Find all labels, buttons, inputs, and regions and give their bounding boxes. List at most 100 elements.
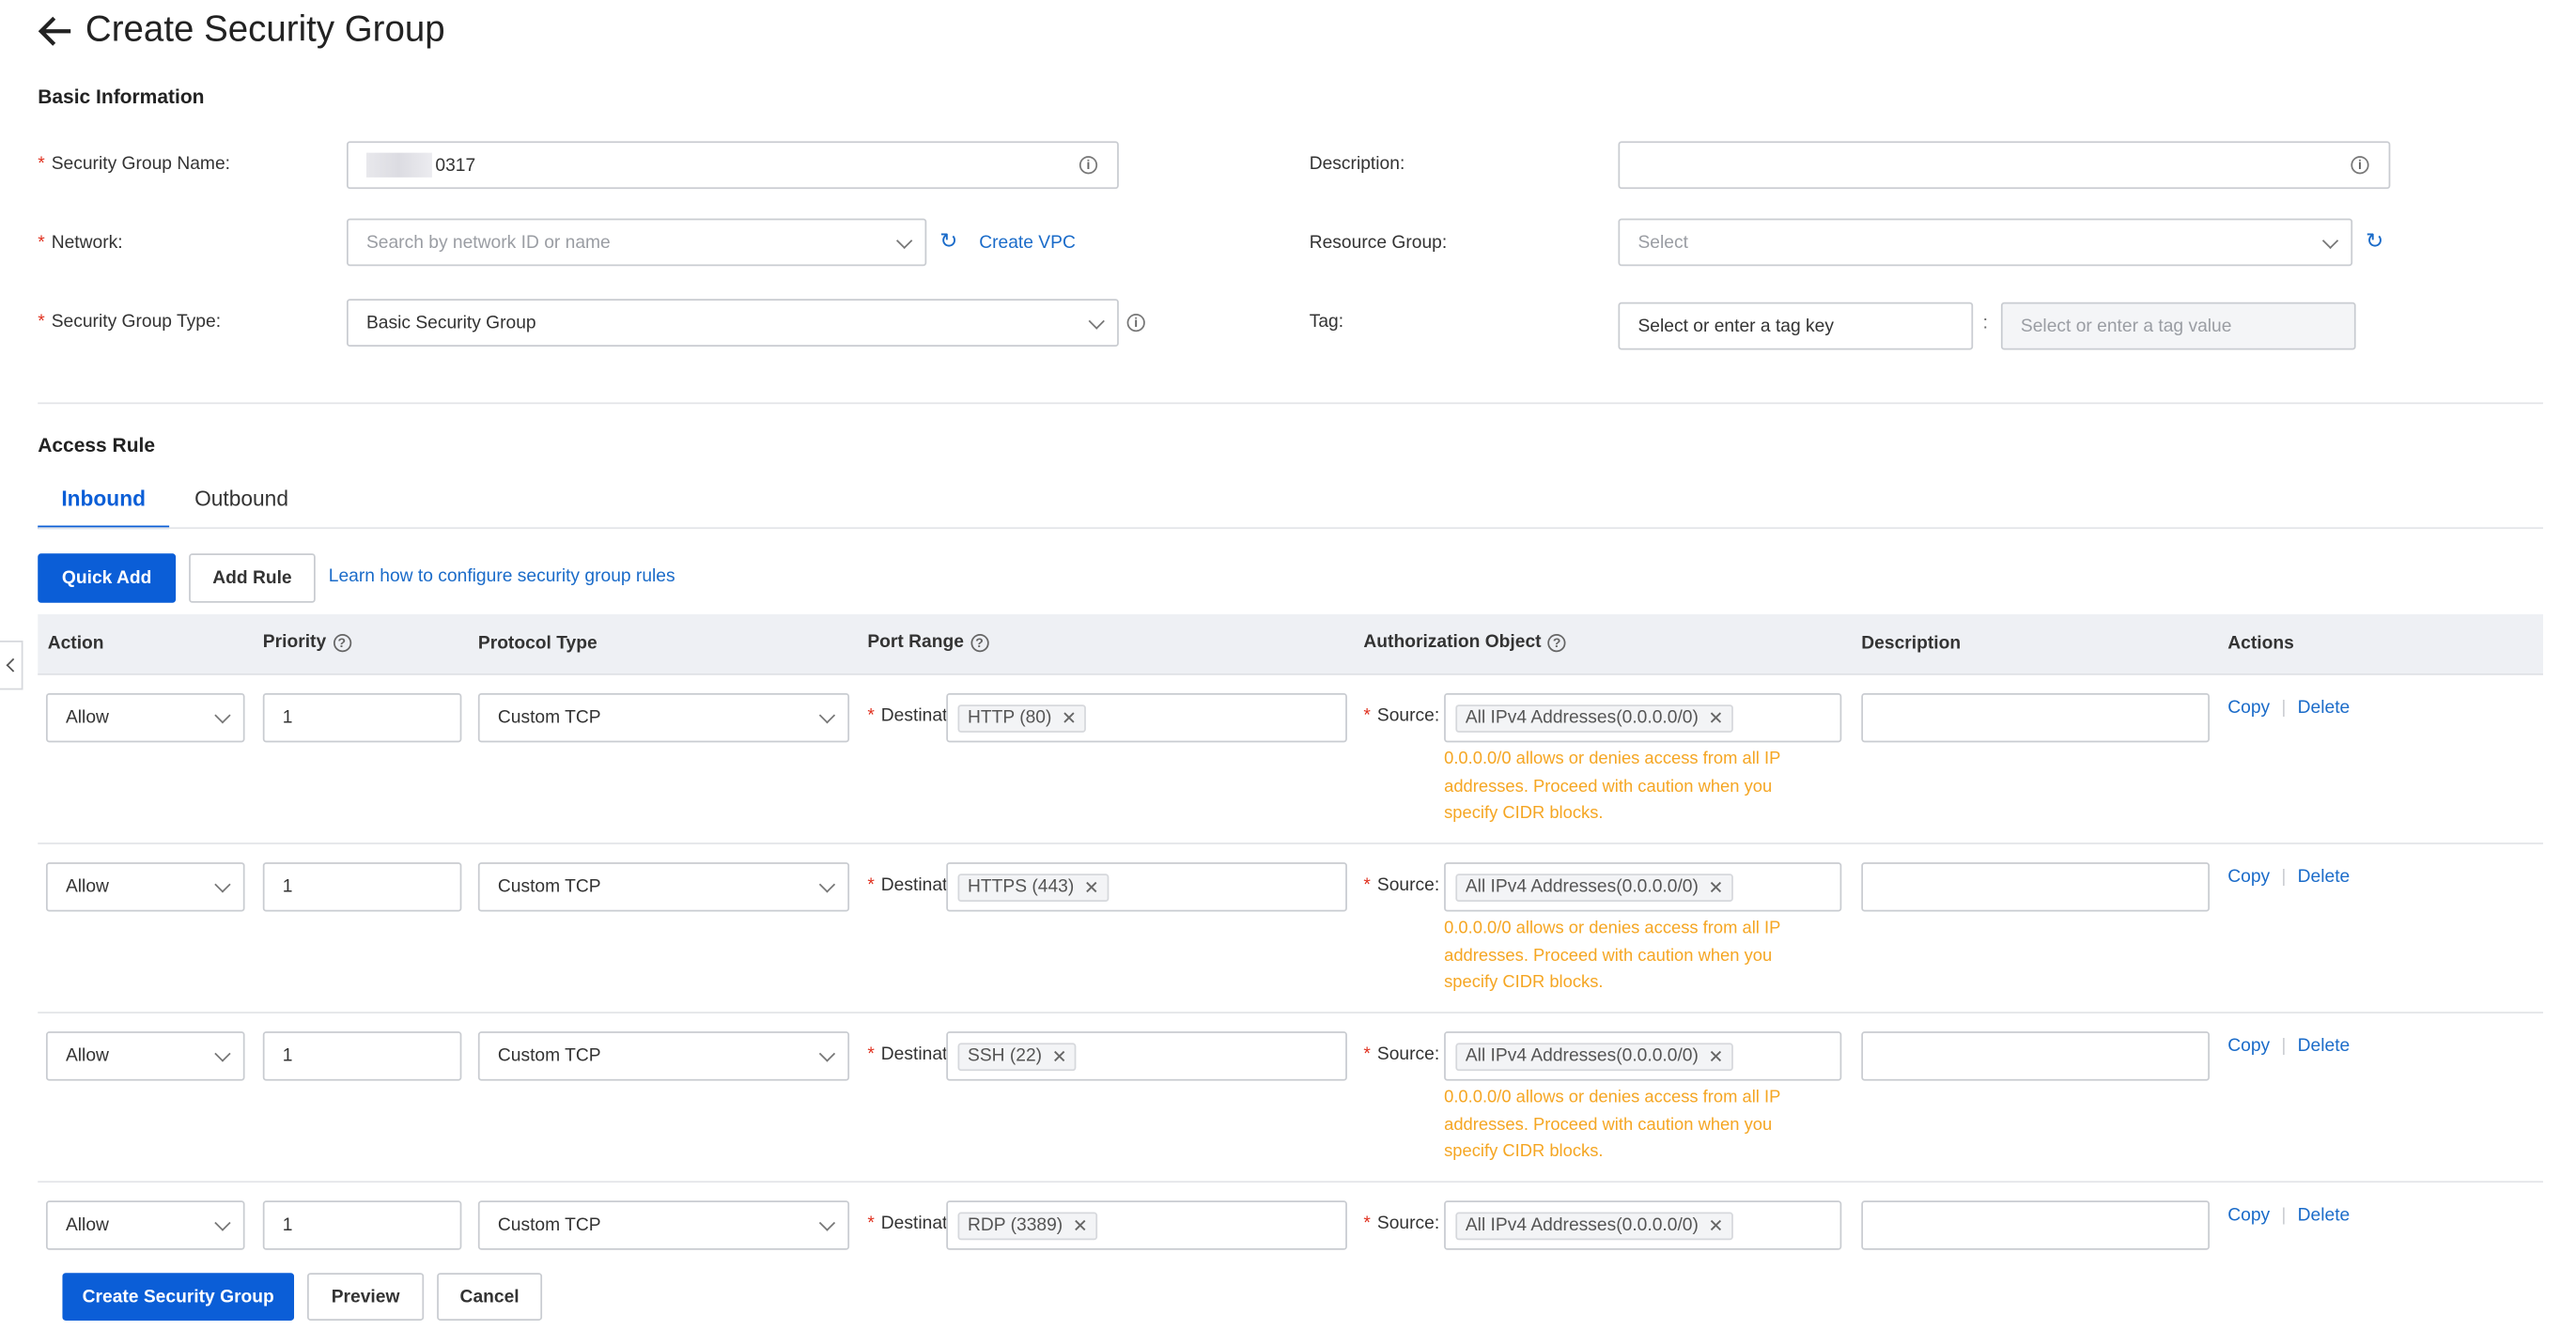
delete-link[interactable]: Delete (2298, 1036, 2351, 1056)
header-action: Action (47, 633, 104, 654)
tag-key-input[interactable]: Select or enter a tag key (1618, 302, 1974, 350)
rule-description-input[interactable] (1861, 692, 2211, 743)
rule-description-input[interactable] (1861, 1200, 2211, 1250)
sidebar-collapse-handle[interactable] (0, 640, 23, 690)
cidr-warning: 0.0.0.0/0 allows or denies access from a… (1444, 749, 1781, 824)
source-input[interactable]: All IPv4 Addresses(0.0.0.0/0) ✕ (1444, 692, 1842, 743)
rule-description-input[interactable] (1861, 862, 2211, 912)
learn-rules-link[interactable]: Learn how to configure security group ru… (329, 566, 675, 586)
resource-group-select[interactable]: Select (1618, 218, 2353, 267)
row-divider (38, 1012, 2543, 1013)
tag-value-input[interactable]: Select or enter a tag value (2000, 302, 2356, 350)
delete-link[interactable]: Delete (2298, 698, 2351, 718)
preview-button[interactable]: Preview (307, 1273, 425, 1321)
source-tag: All IPv4 Addresses(0.0.0.0/0) ✕ (1455, 873, 1734, 902)
priority-input[interactable]: 1 (262, 1031, 462, 1081)
tab-inbound[interactable]: Inbound (38, 487, 170, 530)
chevron-left-icon (6, 657, 21, 673)
delete-link[interactable]: Delete (2298, 867, 2351, 887)
close-icon[interactable]: ✕ (1708, 1214, 1723, 1236)
cidr-warning: 0.0.0.0/0 allows or denies access from a… (1444, 1087, 1781, 1162)
rule-description-input[interactable] (1861, 1031, 2211, 1081)
protocol-select[interactable]: Custom TCP (477, 862, 850, 912)
info-icon: i (1079, 156, 1098, 175)
source-tag: All IPv4 Addresses(0.0.0.0/0) ✕ (1455, 1211, 1734, 1240)
description-input[interactable]: i (1618, 141, 2391, 190)
source-input[interactable]: All IPv4 Addresses(0.0.0.0/0) ✕ (1444, 1200, 1842, 1250)
header-actions: Actions (2227, 633, 2294, 654)
header-port-range: Port Range? (867, 632, 989, 652)
close-icon[interactable]: ✕ (1062, 707, 1077, 729)
protocol-select[interactable]: Custom TCP (477, 692, 850, 743)
port-tag: RDP (3389) ✕ (957, 1211, 1098, 1240)
description-label: Description: (1309, 154, 1405, 175)
source-label: * Source: (1363, 705, 1440, 726)
copy-link[interactable]: Copy (2227, 867, 2270, 887)
priority-input[interactable]: 1 (262, 692, 462, 743)
close-icon[interactable]: ✕ (1708, 1045, 1723, 1067)
port-range-input[interactable]: SSH (22) ✕ (946, 1031, 1347, 1081)
chevron-down-icon (214, 1214, 231, 1231)
tag-separator: : (1982, 314, 1989, 333)
tabs-divider (38, 527, 2543, 530)
info-icon: i (2351, 156, 2369, 175)
sg-name-label: * Security Group Name: (38, 154, 231, 175)
port-range-input[interactable]: RDP (3389) ✕ (946, 1200, 1347, 1250)
priority-input[interactable]: 1 (262, 862, 462, 912)
action-select[interactable]: Allow (45, 862, 245, 912)
copy-link[interactable]: Copy (2227, 698, 2270, 718)
port-range-input[interactable]: HTTP (80) ✕ (946, 692, 1347, 743)
header-priority: Priority? (263, 632, 351, 652)
page-title: Create Security Group (85, 8, 445, 50)
action-select[interactable]: Allow (45, 692, 245, 743)
sg-type-select[interactable]: Basic Security Group (346, 299, 1119, 347)
priority-input[interactable]: 1 (262, 1200, 462, 1250)
add-rule-button[interactable]: Add Rule (189, 553, 316, 603)
close-icon[interactable]: ✕ (1708, 707, 1723, 729)
tab-outbound[interactable]: Outbound (178, 487, 305, 529)
port-range-input[interactable]: HTTPS (443) ✕ (946, 862, 1347, 912)
row-divider (38, 843, 2543, 844)
close-icon[interactable]: ✕ (1084, 876, 1099, 898)
create-vpc-link[interactable]: Create VPC (979, 233, 1076, 253)
action-select[interactable]: Allow (45, 1031, 245, 1081)
back-button[interactable] (36, 11, 75, 51)
close-icon[interactable]: ✕ (1052, 1045, 1067, 1067)
source-tag: All IPv4 Addresses(0.0.0.0/0) ✕ (1455, 1042, 1734, 1071)
access-rule-title: Access Rule (38, 433, 156, 457)
actions-separator: | (2281, 867, 2287, 888)
sg-name-input[interactable]: 0317 i (346, 141, 1119, 190)
header-authorization: Authorization Object? (1363, 632, 1566, 652)
quick-add-button[interactable]: Quick Add (38, 553, 177, 603)
arrow-left-icon (38, 16, 71, 46)
destination-label: * Destinat (867, 875, 947, 896)
create-security-group-button[interactable]: Create Security Group (62, 1273, 295, 1321)
destination-label: * Destinat (867, 1044, 947, 1065)
network-label: * Network: (38, 233, 123, 254)
table-header (38, 614, 2543, 675)
source-input[interactable]: All IPv4 Addresses(0.0.0.0/0) ✕ (1444, 862, 1842, 912)
refresh-icon[interactable]: ↻ (2366, 228, 2383, 255)
row-actions: Copy | Delete (2227, 867, 2350, 887)
source-tag: All IPv4 Addresses(0.0.0.0/0) ✕ (1455, 704, 1734, 733)
basic-info-title: Basic Information (38, 85, 205, 109)
close-icon[interactable]: ✕ (1073, 1214, 1088, 1236)
close-icon[interactable]: ✕ (1708, 876, 1723, 898)
delete-link[interactable]: Delete (2298, 1206, 2351, 1226)
row-actions: Copy | Delete (2227, 1206, 2350, 1226)
chevron-down-icon (2321, 231, 2339, 249)
source-input[interactable]: All IPv4 Addresses(0.0.0.0/0) ✕ (1444, 1031, 1842, 1081)
protocol-select[interactable]: Custom TCP (477, 1200, 850, 1250)
protocol-select[interactable]: Custom TCP (477, 1031, 850, 1081)
actions-separator: | (2281, 1036, 2287, 1057)
chevron-down-icon (214, 707, 231, 724)
copy-link[interactable]: Copy (2227, 1206, 2270, 1226)
sg-type-label: * Security Group Type: (38, 312, 222, 332)
refresh-icon[interactable]: ↻ (939, 228, 957, 255)
copy-link[interactable]: Copy (2227, 1036, 2270, 1056)
source-label: * Source: (1363, 1044, 1440, 1065)
cancel-button[interactable]: Cancel (437, 1273, 543, 1321)
action-select[interactable]: Allow (45, 1200, 245, 1250)
info-icon: i (1126, 314, 1145, 332)
network-select[interactable]: Search by network ID or name (346, 218, 927, 267)
